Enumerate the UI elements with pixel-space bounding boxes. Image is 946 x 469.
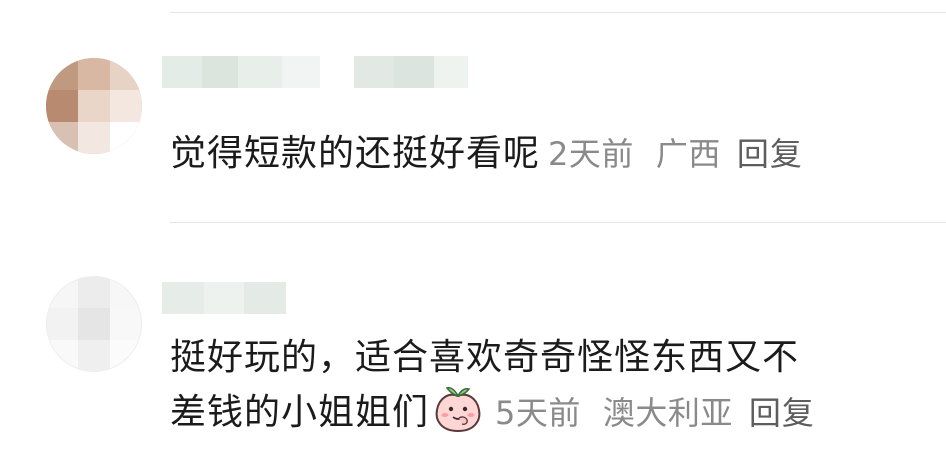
- comment-text-line-1: 挺好玩的，适合喜欢奇奇怪怪东西又不: [170, 337, 800, 378]
- avatar[interactable]: [46, 276, 142, 372]
- avatar-mosaic: [47, 277, 141, 371]
- avatar-mosaic: [46, 58, 142, 154]
- comment-meta: 2天前 广西: [540, 135, 721, 173]
- comment-time: 2天前: [548, 135, 634, 173]
- comment-item: 觉得短款的还挺好看呢 2天前 广西 回复: [0, 48, 946, 208]
- divider-top: [170, 12, 946, 13]
- comment-text: 觉得短款的还挺好看呢: [170, 133, 541, 174]
- comment-text-line-2: 差钱的小姐姐们: [170, 392, 430, 433]
- comment-meta: 5天前 澳大利亚: [487, 394, 733, 432]
- comment-location: 广西: [655, 135, 721, 173]
- comment-item: 挺好玩的，适合喜欢奇奇怪怪东西又不 差钱的小姐姐们 5天前 澳大利亚 回复: [0, 268, 946, 468]
- avatar[interactable]: [46, 58, 142, 154]
- reply-button[interactable]: 回复: [749, 394, 815, 432]
- divider-middle: [170, 222, 946, 223]
- peach-emoji-icon: [435, 387, 481, 433]
- comment-time: 5天前: [495, 394, 581, 432]
- comment-location: 澳大利亚: [602, 394, 733, 432]
- username-blurred[interactable]: [162, 56, 468, 88]
- comment-content: 挺好玩的，适合喜欢奇奇怪怪东西又不 差钱的小姐姐们 5天前 澳大利亚 回复: [170, 332, 910, 439]
- reply-button[interactable]: 回复: [737, 135, 803, 173]
- username-blurred[interactable]: [162, 282, 286, 314]
- comment-text-line-2-row: 差钱的小姐姐们 5天前 澳大利亚 回复: [170, 384, 910, 439]
- comment-content: 觉得短款的还挺好看呢 2天前 广西 回复: [170, 128, 930, 180]
